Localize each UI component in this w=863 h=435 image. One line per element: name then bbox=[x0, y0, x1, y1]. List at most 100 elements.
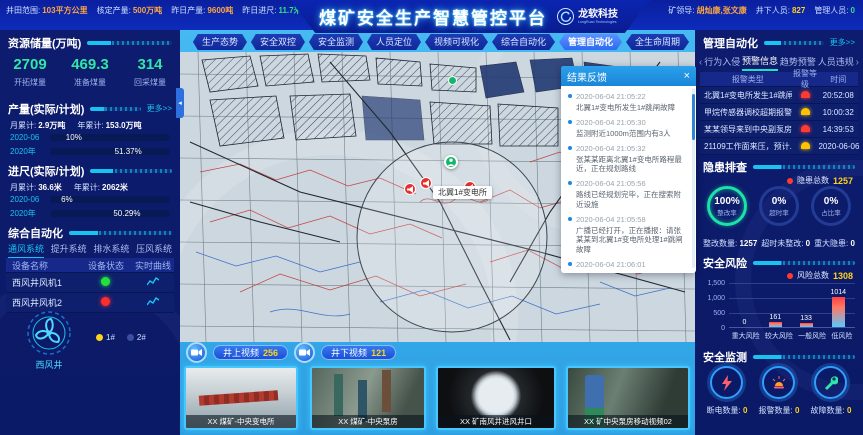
category-labels: 重大风险 较大风险 一般风险 低风险 bbox=[729, 331, 855, 341]
section-title: 产量(实际/计划) bbox=[8, 101, 84, 117]
video-thumbnail-central-pump-room[interactable]: XX 煤矿-中央泵房 bbox=[310, 366, 426, 430]
device-table-header: 设备名称 设备状态 实时曲线 bbox=[6, 258, 174, 273]
scrollbar-thumb[interactable] bbox=[692, 94, 695, 140]
tab-video-visualization[interactable]: 视频可视化 bbox=[425, 34, 488, 50]
rectification-rate-circle: 100%整改率 bbox=[707, 186, 747, 226]
video-camera-icon bbox=[299, 348, 310, 357]
substation-map-label[interactable]: 北翼1#变电所 bbox=[433, 186, 492, 199]
hazard-section-header: 隐患排查 bbox=[703, 160, 855, 173]
tab-management-automation[interactable]: 管理自动化 bbox=[559, 34, 622, 50]
surface-video-button[interactable]: 井上视频256 bbox=[213, 345, 288, 360]
map-alarm-marker-1[interactable] bbox=[404, 183, 416, 195]
popup-scrollbar[interactable] bbox=[692, 88, 695, 268]
tab-drainage-system[interactable]: 排水系统 bbox=[93, 242, 129, 259]
video-thumbnail-south-airshaft[interactable]: XX 矿南风井进风井口 bbox=[436, 366, 556, 430]
output-month-bar: 2020-06 10% bbox=[10, 133, 170, 142]
tab-ventilation-system[interactable]: 通风系统 bbox=[8, 242, 44, 259]
output-accumulation: 月累计:2.9万吨 年累计:153.0万吨 bbox=[10, 120, 172, 131]
hazard-total: 隐患总数 1257 bbox=[787, 175, 853, 186]
map-person-dot-marker[interactable] bbox=[448, 76, 457, 85]
right-panel: 管理自动化 更多>> ‹ 行为入侵 预警信息 趋势预警 人员违规 › 报警类型 … bbox=[695, 30, 863, 435]
video-caption: XX 煤矿-中央泵房 bbox=[312, 415, 424, 428]
tab-personnel-location[interactable]: 人员定位 bbox=[367, 34, 421, 50]
tabs-next-icon[interactable]: › bbox=[856, 57, 859, 68]
tab-compressed-air-system[interactable]: 压风系统 bbox=[136, 242, 172, 259]
y-tick: 0 bbox=[701, 325, 725, 332]
left-panel-collapse-arrow[interactable]: ◂ bbox=[176, 88, 184, 118]
table-row[interactable]: 某某领导来到中央副泵房3-3... 14:39:53 bbox=[700, 121, 858, 138]
plot-area: 0 161 133 1014 bbox=[729, 283, 855, 328]
hazard-stats: 整改数量: 1257 超时未整改: 0 重大隐患: 0 bbox=[703, 238, 855, 249]
legend-fan-2[interactable]: 2# bbox=[127, 333, 146, 342]
curve-chart-icon[interactable] bbox=[147, 277, 159, 287]
y-tick: 1,500 bbox=[701, 280, 725, 287]
fault-count-item: 故障数量: 0 bbox=[811, 366, 852, 416]
alarm-level-icon bbox=[801, 142, 810, 149]
section-decoration bbox=[90, 169, 172, 173]
legend-fan-1[interactable]: 1# bbox=[96, 333, 115, 342]
tab-behavior-intrusion[interactable]: 行为入侵 bbox=[704, 55, 740, 70]
curve-chart-icon[interactable] bbox=[147, 297, 159, 307]
footage-section-header: 进尺(实际/计划) bbox=[8, 164, 172, 177]
tab-production-situation[interactable]: 生产态势 bbox=[193, 34, 247, 50]
table-row[interactable]: 甲烷传感器调校超期报警... 10:00:32 bbox=[700, 104, 858, 121]
tabs-prev-icon[interactable]: ‹ bbox=[699, 57, 702, 68]
tab-integrated-automation[interactable]: 综合自动化 bbox=[492, 34, 555, 50]
tab-full-lifecycle[interactable]: 全生命周期 bbox=[626, 34, 689, 50]
resource-section-header: 资源储量(万吨) bbox=[8, 36, 172, 49]
alarm-table-header: 报警类型 报警等级 时间 bbox=[700, 72, 858, 87]
table-row[interactable]: 北翼1#变电所发生1#跳闸... 20:52:08 bbox=[700, 87, 858, 104]
bar-low-risk: 1014 bbox=[830, 289, 846, 327]
map-person-marker[interactable] bbox=[444, 155, 458, 169]
overtime-rate-circle: 0%超时率 bbox=[759, 186, 799, 226]
page-title: 煤矿安全生产智慧管控平台 bbox=[319, 4, 547, 29]
stat-prepared-coal: 469.3准备煤量 bbox=[60, 56, 120, 88]
video-thumbnail-central-substation[interactable]: XX 煤矿-中央变电所 bbox=[184, 366, 298, 430]
red-dot-icon bbox=[787, 178, 793, 184]
power-cut-item: 断电数量: 0 bbox=[707, 366, 748, 416]
tab-hoisting-system[interactable]: 提升系统 bbox=[51, 242, 87, 259]
alarm-level-icon bbox=[801, 125, 810, 132]
surface-video-icon[interactable] bbox=[186, 342, 207, 363]
footage-accumulation: 月累计:36.6米 年累计:2062米 bbox=[10, 182, 172, 193]
more-link[interactable]: 更多>> bbox=[147, 103, 172, 114]
automation-tabs: 通风系统 提升系统 排水系统 压风系统 bbox=[8, 242, 172, 259]
risk-bar-chart: 1,500 1,000 500 0 0 161 133 1014 重大风险 较大… bbox=[701, 280, 857, 342]
video-thumbnail-mobile-video[interactable]: XX 矿中央泵房移动视频02 bbox=[566, 366, 690, 430]
video-camera-icon bbox=[191, 348, 202, 357]
feedback-item: 2020-06-04 21:05:58广播已经打开，正在播报：请张某某到北翼1#… bbox=[568, 215, 686, 255]
feedback-item: 2020-06-04 21:05:22北翼1#变电所发生1#跳闸故障 bbox=[568, 92, 686, 113]
section-decoration bbox=[753, 355, 855, 359]
footage-month-bar: 2020-06 6% bbox=[10, 195, 170, 204]
title-band: 煤矿安全生产智慧管控平台 龙软科技LongRuan Technologies bbox=[290, 0, 650, 33]
underground-video-icon[interactable] bbox=[294, 342, 315, 363]
topbar-right-stats: 矿领导:胡灿康,张文康 井下人员:827 管理人员:0 bbox=[668, 5, 855, 16]
table-row[interactable]: 西风井风机1 bbox=[6, 273, 174, 293]
footage-year-bar: 2020年 50.29% bbox=[10, 209, 170, 218]
fan-label: 西风井 bbox=[10, 358, 88, 371]
section-title: 综合自动化 bbox=[8, 225, 63, 241]
horn-icon bbox=[407, 186, 414, 193]
more-link[interactable]: 更多>> bbox=[830, 37, 855, 48]
map-alarm-marker-2[interactable] bbox=[420, 177, 432, 189]
output-section-header: 产量(实际/计划) 更多>> bbox=[8, 102, 172, 115]
alarm-level-icon bbox=[801, 108, 810, 115]
tab-personnel-violation[interactable]: 人员违规 bbox=[818, 55, 854, 70]
video-caption: XX 矿南风井进风井口 bbox=[438, 415, 554, 428]
resource-stats: 2709开拓煤量 469.3准备煤量 314回采煤量 bbox=[0, 56, 180, 88]
close-icon[interactable]: × bbox=[684, 71, 690, 82]
red-dot-icon bbox=[787, 273, 793, 279]
popup-title: 结果反馈 bbox=[567, 69, 607, 84]
section-title: 隐患排查 bbox=[703, 159, 747, 175]
legend-dot bbox=[127, 334, 134, 341]
table-row[interactable]: 21109工作面来压，预计... 2020-06-06 bbox=[700, 138, 858, 155]
tab-warning-info[interactable]: 预警信息 bbox=[742, 54, 778, 71]
wrench-icon bbox=[814, 366, 847, 399]
stat-developed-coal: 2709开拓煤量 bbox=[0, 56, 60, 88]
tab-safety-monitoring[interactable]: 安全监测 bbox=[309, 34, 363, 50]
underground-video-button[interactable]: 井下视频121 bbox=[321, 345, 396, 360]
tab-safety-dual-control[interactable]: 安全双控 bbox=[251, 34, 305, 50]
hazard-circles: 100%整改率 0%超时率 0%占比率 bbox=[701, 186, 857, 226]
y-tick: 500 bbox=[701, 310, 725, 317]
topbar-left-stats: 井田范围:103平方公里 核定产量:500万吨 昨日产量:9600吨 昨日进尺:… bbox=[6, 5, 302, 16]
